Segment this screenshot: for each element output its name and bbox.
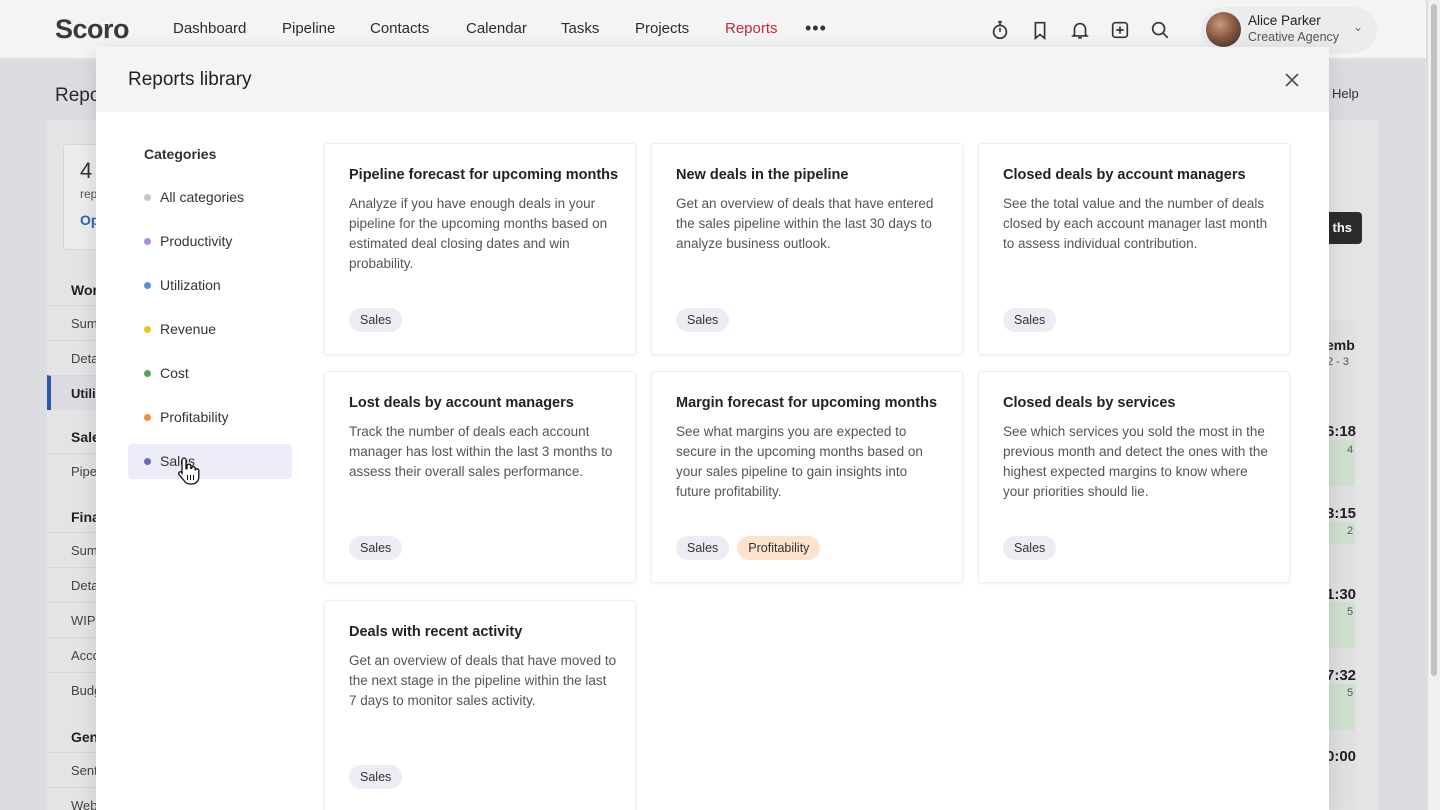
- calendar-count: 5: [1347, 687, 1354, 699]
- calendar-time: 0:00: [1326, 748, 1357, 765]
- bell-icon[interactable]: [1069, 19, 1091, 41]
- close-icon[interactable]: [1282, 70, 1302, 90]
- calendar-time: 6:18: [1326, 423, 1357, 440]
- user-organization: Creative Agency: [1248, 30, 1340, 44]
- report-description: Get an overview of deals that have enter…: [676, 196, 934, 251]
- reports-library-modal: Reports library Categories All categorie…: [96, 47, 1329, 810]
- calendar-count: 5: [1347, 606, 1354, 618]
- category-sales[interactable]: Sales: [128, 444, 292, 479]
- background-calendar-column: [1326, 320, 1356, 810]
- report-card[interactable]: Pipeline forecast for upcoming months An…: [324, 143, 636, 355]
- report-title: Closed deals by services: [1003, 395, 1176, 411]
- sidebar-section-heading: Gen: [71, 729, 99, 745]
- category-label: Utilization: [160, 277, 221, 293]
- category-revenue[interactable]: Revenue: [128, 312, 292, 347]
- report-card[interactable]: Lost deals by account managers Track the…: [324, 371, 636, 583]
- nav-reports[interactable]: Reports: [725, 20, 778, 37]
- category-dot-icon: [144, 326, 151, 333]
- more-menu-icon[interactable]: •••: [805, 18, 827, 39]
- search-icon[interactable]: [1149, 19, 1171, 41]
- report-title: Deals with recent activity: [349, 624, 523, 640]
- tag-badge: Profitability: [737, 536, 821, 560]
- nav-pipeline[interactable]: Pipeline: [282, 20, 335, 37]
- report-title: Pipeline forecast for upcoming months: [349, 167, 619, 183]
- category-cost[interactable]: Cost: [128, 356, 292, 391]
- tag-badge: Sales: [349, 308, 403, 332]
- category-all[interactable]: All categories: [128, 180, 292, 215]
- report-card[interactable]: Closed deals by account managers See the…: [978, 143, 1290, 355]
- category-utilization[interactable]: Utilization: [128, 268, 292, 303]
- calendar-count: 2: [1347, 525, 1354, 537]
- tag-badge: Sales: [676, 536, 730, 560]
- calendar-time: 1:30: [1326, 586, 1357, 603]
- tag-badge: Sales: [349, 536, 403, 560]
- report-title: New deals in the pipeline: [676, 167, 849, 183]
- hand-cursor-icon: [176, 455, 202, 487]
- category-dot-icon: [144, 458, 151, 465]
- category-label: All categories: [160, 189, 245, 205]
- report-description: Get an overview of deals that have moved…: [349, 653, 617, 708]
- category-label: Cost: [160, 365, 189, 381]
- report-card[interactable]: Margin forecast for upcoming months See …: [651, 371, 963, 583]
- calendar-range: 2 - 3: [1327, 356, 1350, 368]
- calendar-time: 7:32: [1326, 667, 1357, 684]
- calendar-count: 4: [1347, 444, 1354, 456]
- bookmark-icon[interactable]: [1029, 19, 1051, 41]
- page-title: Repo: [55, 85, 101, 106]
- report-description: See what margins you are expected to sec…: [676, 424, 923, 499]
- report-description: See which services you sold the most in …: [1003, 424, 1268, 499]
- modal-title: Reports library: [128, 69, 252, 90]
- report-description: See the total value and the number of de…: [1003, 196, 1268, 251]
- scrollbar-thumb[interactable]: [1431, 4, 1437, 676]
- category-dot-icon: [144, 194, 151, 201]
- nav-dashboard[interactable]: Dashboard: [173, 20, 246, 37]
- category-dot-icon: [144, 414, 151, 421]
- report-description: Analyze if you have enough deals in your…: [349, 196, 608, 271]
- add-icon[interactable]: [1109, 19, 1131, 41]
- category-label: Revenue: [160, 321, 217, 337]
- summary-card-number: 4: [80, 158, 93, 183]
- category-label: Productivity: [160, 233, 233, 249]
- report-card[interactable]: Deals with recent activity Get an overvi…: [324, 600, 636, 810]
- category-profitability[interactable]: Profitability: [128, 400, 292, 435]
- avatar: [1206, 12, 1241, 47]
- user-name: Alice Parker: [1248, 13, 1321, 28]
- report-title: Lost deals by account managers: [349, 395, 574, 411]
- category-dot-icon: [144, 238, 151, 245]
- category-dot-icon: [144, 370, 151, 377]
- report-card[interactable]: Closed deals by services See which servi…: [978, 371, 1290, 583]
- help-link[interactable]: Help: [1332, 86, 1359, 101]
- calendar-time: 3:15: [1326, 505, 1357, 522]
- sidebar-section-heading: Wor: [71, 282, 98, 298]
- report-card[interactable]: New deals in the pipeline Get an overvie…: [651, 143, 963, 355]
- tag-badge: Sales: [349, 765, 403, 789]
- nav-projects[interactable]: Projects: [635, 20, 689, 37]
- page-scrollbar[interactable]: [1428, 0, 1440, 810]
- scoro-logo[interactable]: Scoro: [55, 14, 130, 45]
- calendar-header: emb: [1326, 337, 1355, 353]
- report-title: Closed deals by account managers: [1003, 167, 1246, 183]
- categories-heading: Categories: [144, 146, 217, 162]
- modal-header: Reports library: [96, 47, 1329, 112]
- nav-calendar[interactable]: Calendar: [466, 20, 527, 37]
- report-title: Margin forecast for upcoming months: [676, 395, 938, 411]
- nav-contacts[interactable]: Contacts: [370, 20, 429, 37]
- summary-card-subtitle: rep: [80, 187, 98, 201]
- tag-badge: Sales: [676, 308, 730, 332]
- tag-badge: Sales: [1003, 308, 1057, 332]
- category-dot-icon: [144, 282, 151, 289]
- category-label: Profitability: [160, 409, 229, 425]
- category-productivity[interactable]: Productivity: [128, 224, 292, 259]
- tag-badge: Sales: [1003, 536, 1057, 560]
- timer-icon[interactable]: [989, 19, 1011, 41]
- nav-tasks[interactable]: Tasks: [561, 20, 599, 37]
- report-description: Track the number of deals each account m…: [349, 424, 613, 479]
- chevron-down-icon: ⌄: [1353, 20, 1364, 34]
